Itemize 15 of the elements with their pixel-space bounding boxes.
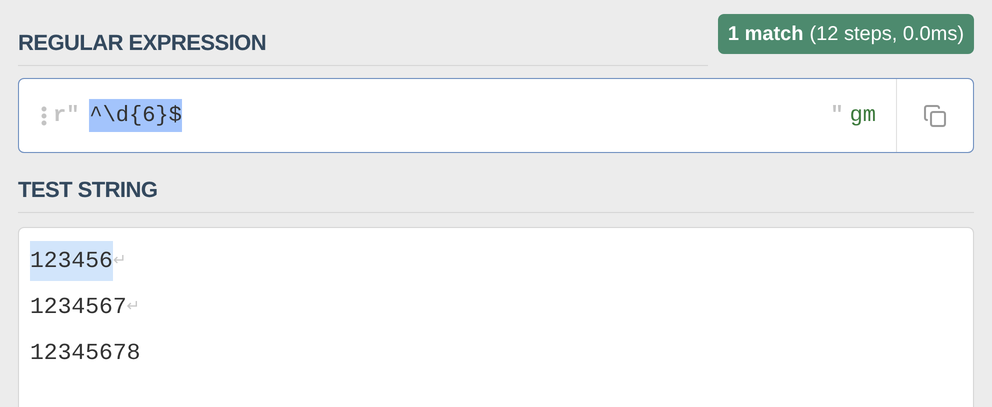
test-line: 1234567 bbox=[30, 293, 127, 322]
close-delimiter: " bbox=[830, 102, 844, 130]
drag-handle-icon[interactable] bbox=[41, 106, 47, 126]
regex-pattern[interactable]: ^\d{6}$ bbox=[89, 99, 182, 132]
newline-mark: ↵ bbox=[112, 251, 126, 271]
copy-icon bbox=[923, 104, 947, 128]
regex-flags[interactable]: gm bbox=[850, 99, 876, 132]
newline-mark: ↵ bbox=[126, 297, 140, 317]
section-title: REGULAR EXPRESSION bbox=[18, 30, 266, 55]
test-string-editor[interactable]: 123456↵ 1234567↵ 12345678 bbox=[18, 227, 974, 407]
open-delimiter: r" bbox=[53, 102, 80, 130]
regex-editor[interactable]: r" ^\d{6}$ " gm bbox=[18, 78, 974, 153]
section-title: TEST STRING bbox=[18, 177, 158, 202]
match-badge: 1 match (12 steps, 0.0ms) bbox=[718, 14, 974, 54]
test-line: 12345678 bbox=[30, 339, 140, 368]
